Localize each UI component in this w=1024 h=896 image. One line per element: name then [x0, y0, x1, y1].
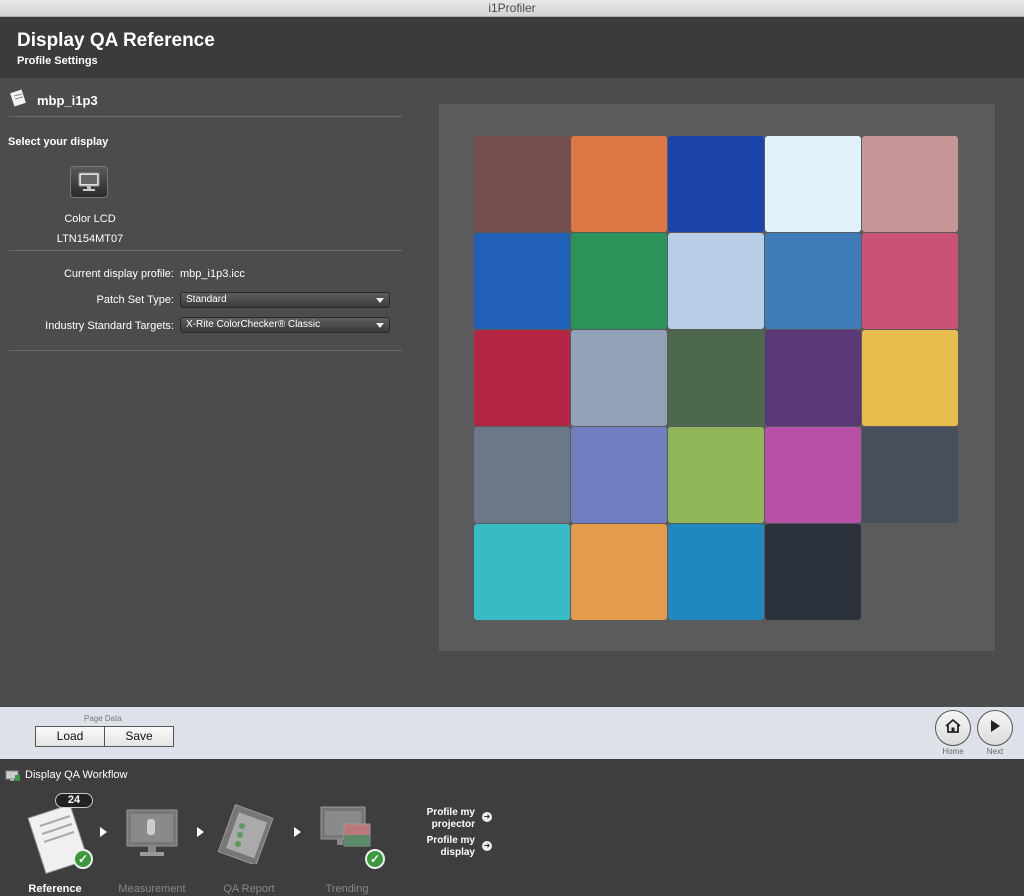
- arrow-circle-icon[interactable]: ➜: [482, 812, 492, 822]
- select-display-label: Select your display: [8, 136, 109, 148]
- monitor-measurement-icon[interactable]: [124, 807, 180, 864]
- patch-set-value: Standard: [186, 294, 227, 305]
- trending-monitor-icon[interactable]: [318, 804, 374, 861]
- display-name: Color LCD: [64, 213, 116, 225]
- color-patch: [765, 427, 861, 523]
- divider: [9, 116, 402, 117]
- color-patch: [474, 427, 570, 523]
- profile-name-row: mbp_i1p3: [9, 88, 98, 112]
- current-profile-label: Current display profile:: [63, 268, 174, 280]
- save-button[interactable]: Save: [104, 726, 174, 747]
- chevron-down-icon: [376, 323, 384, 328]
- color-patch: [765, 136, 861, 232]
- main-panel: mbp_i1p3 Select your display Color LCD L…: [0, 78, 1024, 707]
- arrow-right-icon: [294, 827, 301, 837]
- next-label: Next: [986, 747, 1004, 756]
- workflow-panel: Display QA Workflow 24 ✓ Reference Measu…: [0, 759, 1024, 896]
- qa-report-clipboard-icon[interactable]: [216, 803, 278, 869]
- color-patch: [862, 136, 958, 232]
- color-patch: [474, 136, 570, 232]
- arrow-circle-icon[interactable]: ➜: [482, 841, 492, 851]
- targets-dropdown[interactable]: X-Rite ColorChecker® Classic: [180, 317, 390, 333]
- color-patch: [571, 136, 667, 232]
- color-patch: [571, 330, 667, 426]
- profile-document-icon: [9, 88, 29, 112]
- profile-display-link[interactable]: Profile my display: [415, 835, 475, 859]
- step-reference[interactable]: Reference: [5, 883, 105, 895]
- display-qa-icon: [5, 769, 21, 787]
- page-title: Display QA Reference: [17, 30, 215, 51]
- step-measurement[interactable]: Measurement: [102, 883, 202, 895]
- patch-set-dropdown[interactable]: Standard: [180, 292, 390, 308]
- color-patch: [474, 233, 570, 329]
- color-patch: [862, 330, 958, 426]
- play-icon: [988, 718, 1002, 739]
- step-qa-report[interactable]: QA Report: [199, 883, 299, 895]
- color-checker-panel: [439, 104, 995, 651]
- step-trending[interactable]: Trending: [297, 883, 397, 895]
- color-patch: [668, 136, 764, 232]
- color-patch: [474, 524, 570, 620]
- chevron-down-icon: [376, 298, 384, 303]
- reference-document-icon[interactable]: [24, 803, 94, 881]
- profile-name: mbp_i1p3: [37, 92, 98, 108]
- window-title: i1Profiler: [488, 1, 536, 15]
- checkmark-icon: ✓: [73, 849, 93, 869]
- display-model: LTN154MT07: [56, 233, 124, 245]
- load-button[interactable]: Load: [35, 726, 105, 747]
- color-patch: [668, 233, 764, 329]
- color-patch: [862, 427, 958, 523]
- color-patch: [474, 330, 570, 426]
- patch-set-label: Patch Set Type:: [96, 294, 174, 306]
- monitor-icon[interactable]: [70, 166, 108, 198]
- next-button[interactable]: [977, 710, 1013, 746]
- home-label: Home: [942, 747, 964, 756]
- home-icon: [944, 718, 962, 739]
- patch-count-badge: 24: [55, 793, 93, 808]
- color-patch: [668, 524, 764, 620]
- current-profile-value: mbp_i1p3.icc: [180, 268, 245, 280]
- color-patch: [571, 427, 667, 523]
- window-titlebar: i1Profiler: [0, 0, 1024, 17]
- targets-label: Industry Standard Targets:: [45, 320, 174, 332]
- color-patch: [668, 427, 764, 523]
- page-data-label: Page Data: [84, 714, 122, 723]
- color-patch: [668, 330, 764, 426]
- home-button[interactable]: [935, 710, 971, 746]
- color-patch: [571, 524, 667, 620]
- color-patch: [765, 524, 861, 620]
- color-patch: [765, 330, 861, 426]
- profile-projector-link[interactable]: Profile my projector: [415, 807, 475, 831]
- arrow-right-icon: [100, 827, 107, 837]
- checkmark-icon: ✓: [365, 849, 385, 869]
- divider: [9, 350, 402, 351]
- color-patch: [571, 233, 667, 329]
- page-header: Display QA Reference Profile Settings: [0, 17, 1024, 78]
- workflow-title: Display QA Workflow: [25, 769, 128, 781]
- color-patch: [765, 233, 861, 329]
- bottom-toolbar: Page Data Load Save Home Next: [0, 707, 1024, 759]
- page-subtitle: Profile Settings: [17, 55, 98, 67]
- color-patch: [862, 233, 958, 329]
- targets-value: X-Rite ColorChecker® Classic: [186, 319, 321, 330]
- divider: [9, 250, 402, 251]
- arrow-right-icon: [197, 827, 204, 837]
